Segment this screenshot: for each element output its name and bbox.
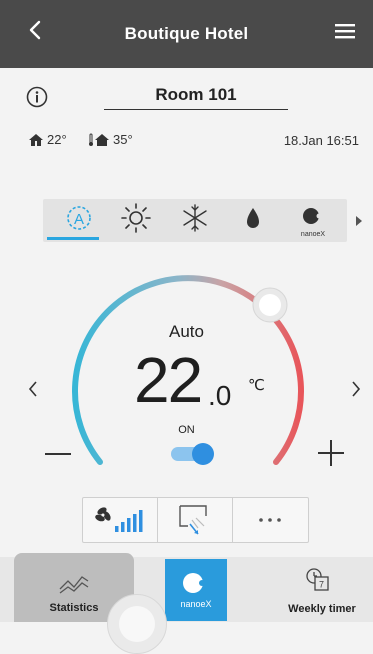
caret-right-icon[interactable] [354, 214, 364, 226]
control-buttons [82, 497, 309, 543]
increase-temperature-button-vertical[interactable] [330, 440, 332, 466]
outdoor-temperature: 35° [88, 132, 133, 147]
mode-auto-button[interactable]: A [49, 199, 109, 242]
mode-dry-button[interactable] [223, 199, 283, 242]
nanoe-tab-label: nanoeX [180, 599, 211, 609]
temperature-knob[interactable] [259, 294, 281, 316]
tab-weekly-timer-label[interactable]: Weekly timer [277, 603, 367, 615]
drop-icon [247, 208, 259, 228]
indoor-temperature: 22° [28, 132, 67, 147]
info-icon[interactable] [26, 86, 48, 108]
nanoe-mode-label: nanoeX [301, 231, 325, 238]
set-temperature-decimal: .0 [208, 380, 232, 411]
room-name[interactable]: Room 101 [104, 85, 288, 105]
current-mode-label: Auto [169, 322, 204, 341]
outdoor-temp-value: 35° [113, 132, 133, 147]
weekly-timer-icon[interactable]: 7 [304, 566, 332, 594]
room-name-underline [104, 109, 288, 110]
sun-icon [121, 203, 151, 233]
power-toggle[interactable] [169, 441, 217, 467]
decrease-temperature-button[interactable] [45, 453, 71, 455]
nanoe-x-icon: nanoeX [301, 208, 325, 238]
next-room-arrow[interactable] [350, 381, 362, 397]
more-options-button[interactable] [233, 498, 307, 542]
snowflake-icon [183, 204, 207, 232]
app-header: Boutique Hotel [0, 0, 373, 68]
statistics-icon [59, 576, 89, 594]
assistive-touch-inner [119, 606, 155, 642]
svg-text:7: 7 [319, 580, 324, 590]
mode-selector: A nanoeX [43, 199, 347, 242]
temperature-unit: ℃ [248, 377, 265, 394]
outdoor-house-icon [89, 133, 109, 146]
date-time: 18.Jan 16:51 [283, 133, 359, 148]
hamburger-menu-icon[interactable] [335, 22, 355, 40]
mode-heat-button[interactable] [106, 199, 166, 242]
svg-text:A: A [74, 211, 84, 228]
indoor-temp-value: 22° [47, 132, 67, 147]
more-icon [259, 518, 281, 522]
set-temperature: 22 [134, 344, 203, 416]
selected-mode-indicator [47, 237, 99, 240]
auto-icon: A [67, 206, 91, 230]
fan-speed-button[interactable] [83, 498, 157, 542]
indoor-house-icon [29, 133, 43, 146]
mode-nanoe-button[interactable]: nanoeX [283, 199, 343, 242]
fan-speed-icon [95, 507, 143, 532]
airflow-direction-icon [179, 505, 207, 535]
previous-room-arrow[interactable] [27, 381, 39, 397]
airflow-direction-button[interactable] [158, 498, 232, 542]
tab-nanoe[interactable]: nanoeX [165, 559, 227, 621]
power-status-label: ON [178, 424, 195, 436]
nanoe-x-icon: nanoeX [180, 573, 212, 609]
mode-cool-button[interactable] [165, 199, 225, 242]
page-title: Boutique Hotel [124, 24, 249, 43]
